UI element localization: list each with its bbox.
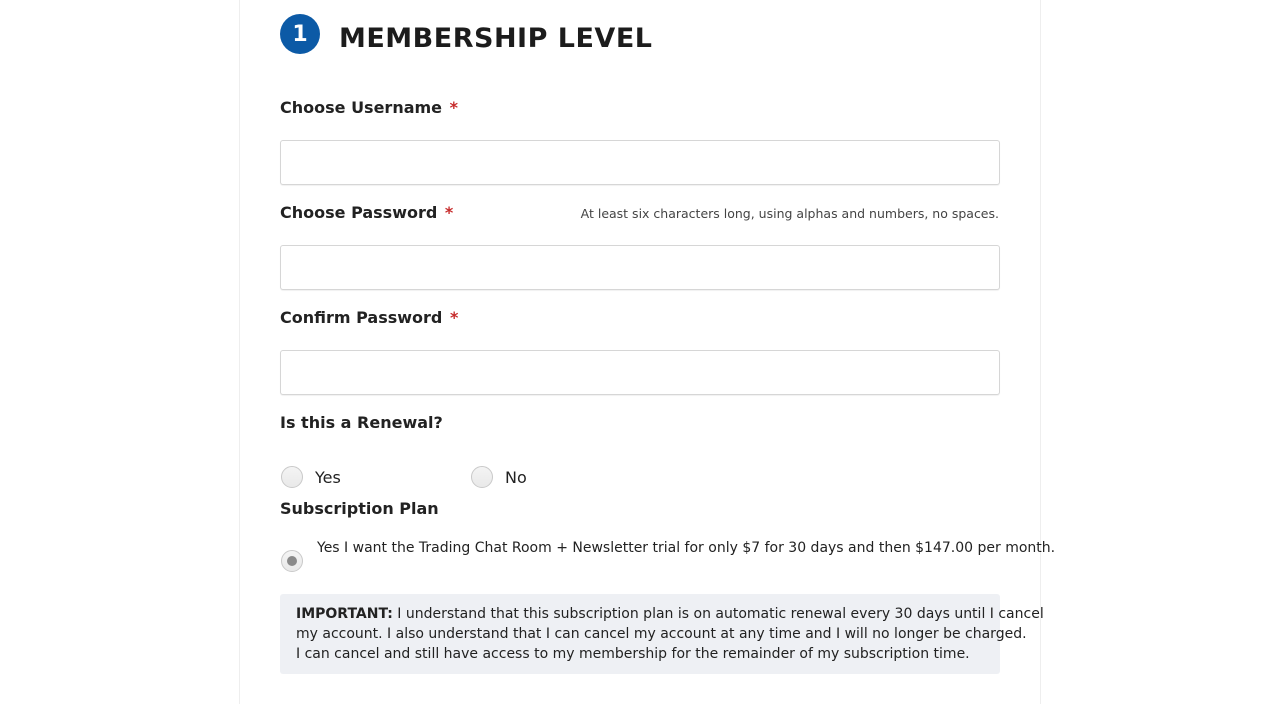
notice-line-1-text: I understand that this subscription plan… xyxy=(392,606,1044,622)
username-label-text: Choose Username xyxy=(280,98,443,117)
page: 1 MEMBERSHIP LEVEL Choose Username * Cho… xyxy=(0,0,1280,704)
renewal-option-yes[interactable]: Yes xyxy=(281,466,341,488)
password-label: Choose Password * xyxy=(280,203,453,222)
renewal-label: Is this a Renewal? xyxy=(280,413,443,432)
password-hint: At least six characters long, using alph… xyxy=(580,206,999,221)
notice-line-1: IMPORTANT: I understand that this subscr… xyxy=(296,604,1044,624)
section-header: 1 MEMBERSHIP LEVEL xyxy=(280,10,652,58)
password-label-text: Choose Password xyxy=(280,203,438,222)
confirm-password-label: Confirm Password * xyxy=(280,308,458,327)
required-asterisk: * xyxy=(444,203,454,222)
renewal-no-radio[interactable] xyxy=(471,466,493,488)
username-input[interactable] xyxy=(280,140,1000,185)
renewal-option-no[interactable]: No xyxy=(471,466,527,488)
renewal-no-label: No xyxy=(505,467,527,487)
section-title: MEMBERSHIP LEVEL xyxy=(339,22,653,54)
subscription-plan-text: Yes I want the Trading Chat Room + Newsl… xyxy=(317,540,1056,556)
subscription-plan-radio[interactable] xyxy=(281,550,303,572)
password-input[interactable] xyxy=(280,245,1000,290)
notice-line-2: my account. I also understand that I can… xyxy=(296,626,1027,642)
confirm-password-input[interactable] xyxy=(280,350,1000,395)
renewal-yes-radio[interactable] xyxy=(281,466,303,488)
subscription-plan-option[interactable] xyxy=(281,550,303,572)
renewal-yes-label: Yes xyxy=(315,467,341,487)
confirm-password-label-text: Confirm Password xyxy=(280,308,443,327)
step-number-badge: 1 xyxy=(280,14,320,54)
important-notice: IMPORTANT: I understand that this subscr… xyxy=(280,594,1044,674)
notice-line-3: I can cancel and still have access to my… xyxy=(296,646,970,662)
required-asterisk: * xyxy=(449,308,459,327)
username-label: Choose Username * xyxy=(280,98,458,117)
required-asterisk: * xyxy=(449,98,458,117)
subscription-plan-label: Subscription Plan xyxy=(280,499,439,518)
radio-selected-dot xyxy=(287,556,297,566)
notice-important-label: IMPORTANT: xyxy=(296,606,393,622)
